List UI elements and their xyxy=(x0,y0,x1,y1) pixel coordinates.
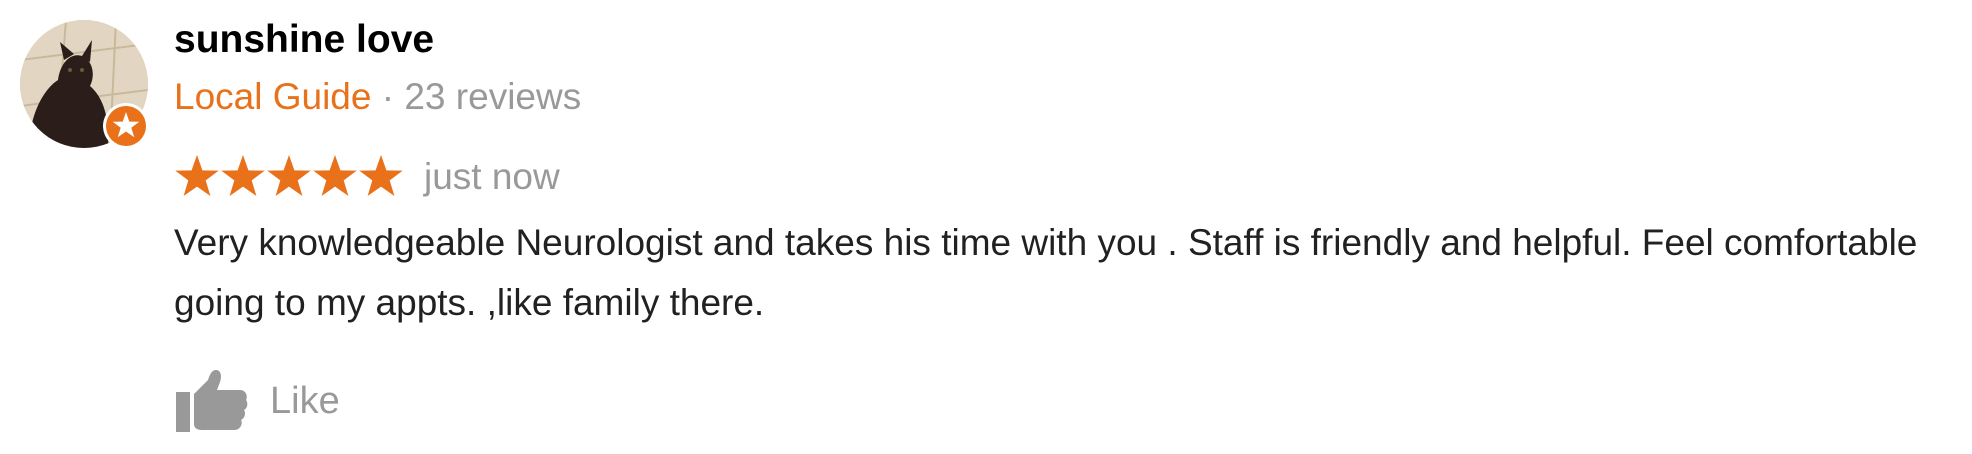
review-card: sunshine love Local Guide · 23 reviews j… xyxy=(0,0,1972,454)
star-icon xyxy=(175,155,219,196)
author-name[interactable]: sunshine love xyxy=(174,18,434,62)
like-label: Like xyxy=(270,379,340,422)
review-time: just now xyxy=(424,156,560,197)
author-meta: Local Guide · 23 reviews xyxy=(174,76,581,118)
review-text: Very knowledgeable Neurologist and takes… xyxy=(174,222,1918,323)
local-guide-badge-icon xyxy=(102,102,150,150)
avatar[interactable] xyxy=(20,20,150,150)
local-guide-label[interactable]: Local Guide xyxy=(174,76,371,117)
star-icon xyxy=(359,155,403,196)
review-count[interactable]: 23 reviews xyxy=(404,76,581,117)
like-button[interactable]: Like xyxy=(174,368,340,434)
meta-separator: · xyxy=(371,76,405,117)
star-icon xyxy=(267,155,311,196)
thumbs-up-icon[interactable] xyxy=(174,368,250,434)
star-rating xyxy=(174,153,404,199)
star-icon xyxy=(221,155,265,196)
star-icon xyxy=(313,155,357,196)
